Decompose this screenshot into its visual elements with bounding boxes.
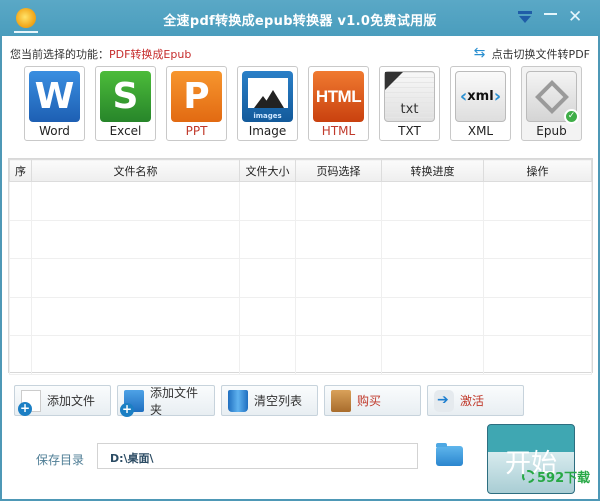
table-row bbox=[9, 219, 592, 260]
table-row bbox=[9, 335, 592, 375]
epub-icon: ✓ bbox=[526, 71, 579, 124]
add-folder-button[interactable]: 添加文件夹 bbox=[117, 385, 215, 417]
current-function-value: PDF转换成Epub bbox=[109, 48, 192, 61]
xml-icon: ‹ xml › bbox=[455, 71, 506, 122]
col-index[interactable]: 序 bbox=[9, 159, 32, 182]
save-directory-input[interactable]: D:\桌面\ bbox=[97, 443, 418, 469]
minimize-button[interactable] bbox=[544, 13, 557, 15]
activate-button[interactable]: 激活 bbox=[427, 385, 524, 416]
add-folder-icon bbox=[120, 389, 144, 417]
table-header-row: 序 文件名称 文件大小 页码选择 转换进度 操作 bbox=[9, 159, 592, 182]
browse-folder-icon[interactable] bbox=[436, 443, 463, 466]
menu-dropdown-icon[interactable] bbox=[518, 11, 532, 25]
table-row bbox=[9, 258, 592, 298]
word-icon: W bbox=[29, 71, 80, 122]
add-file-button[interactable]: 添加文件 bbox=[14, 385, 111, 416]
format-label: Epub bbox=[536, 124, 567, 138]
format-txt-button[interactable]: txt TXT bbox=[379, 66, 440, 141]
format-image-button[interactable]: images Image bbox=[237, 66, 298, 141]
image-caption: images bbox=[253, 112, 282, 120]
format-epub-button[interactable]: ✓ Epub bbox=[521, 66, 582, 141]
watermark-logo-icon bbox=[522, 470, 535, 483]
col-progress[interactable]: 转换进度 bbox=[381, 159, 484, 182]
format-label: Image bbox=[248, 124, 287, 138]
col-actions[interactable]: 操作 bbox=[483, 159, 592, 182]
clear-list-button[interactable]: 清空列表 bbox=[221, 385, 318, 416]
picture-frame bbox=[247, 77, 288, 108]
save-directory-label: 保存目录 bbox=[36, 453, 85, 467]
format-xml-button[interactable]: ‹ xml › XML bbox=[450, 66, 511, 141]
file-list-table[interactable]: 序 文件名称 文件大小 页码选择 转换进度 操作 bbox=[8, 158, 593, 375]
format-ppt-button[interactable]: P PPT bbox=[166, 66, 227, 141]
epub-logo bbox=[534, 79, 569, 114]
watermark: 592下载 bbox=[522, 467, 590, 486]
shopping-bag-icon bbox=[331, 389, 351, 412]
swap-arrows-icon bbox=[474, 45, 488, 61]
col-page-select[interactable]: 页码选择 bbox=[295, 159, 382, 182]
format-word-button[interactable]: W Word bbox=[24, 66, 85, 141]
current-function: 您当前选择的功能：PDF转换成Epub bbox=[10, 46, 191, 62]
arrow-right-icon bbox=[434, 389, 454, 412]
action-toolbar: 添加文件 添加文件夹 清空列表 购买 激活 bbox=[14, 385, 524, 417]
format-html-button[interactable]: HTML HTML bbox=[308, 66, 369, 141]
format-selector: W Word S Excel P PPT images Image HTML H… bbox=[24, 66, 582, 141]
col-file-size[interactable]: 文件大小 bbox=[239, 159, 296, 182]
buy-button[interactable]: 购买 bbox=[324, 385, 421, 416]
table-row bbox=[9, 296, 592, 337]
format-label: PPT bbox=[185, 124, 208, 138]
window-title: 全速pdf转换成epub转换器 v1.0免费试用版 bbox=[163, 14, 437, 29]
ppt-icon: P bbox=[171, 71, 222, 122]
image-icon: images bbox=[242, 71, 293, 122]
app-window: 全速pdf转换成epub转换器 v1.0免费试用版 ✕ 您当前选择的功能：PDF… bbox=[0, 0, 600, 501]
excel-icon: S bbox=[100, 71, 151, 122]
col-file-name[interactable]: 文件名称 bbox=[31, 159, 240, 182]
txt-icon: txt bbox=[384, 71, 435, 122]
trash-icon bbox=[228, 389, 248, 412]
format-label: Word bbox=[39, 124, 70, 138]
close-button[interactable]: ✕ bbox=[568, 9, 582, 26]
format-label: Excel bbox=[109, 124, 142, 138]
selected-check-icon: ✓ bbox=[564, 109, 579, 124]
table-row bbox=[9, 181, 592, 221]
format-label: TXT bbox=[398, 124, 421, 138]
format-excel-button[interactable]: S Excel bbox=[95, 66, 156, 141]
switch-mode-label: 点击切换文件转PDF bbox=[491, 48, 590, 61]
add-file-icon bbox=[18, 389, 41, 416]
format-label: HTML bbox=[321, 124, 356, 138]
current-function-label: 您当前选择的功能： bbox=[10, 48, 109, 61]
html-icon: HTML bbox=[313, 71, 364, 122]
title-bar[interactable]: 全速pdf转换成epub转换器 v1.0免费试用版 ✕ bbox=[0, 0, 600, 36]
switch-mode-link[interactable]: 点击切换文件转PDF bbox=[474, 45, 590, 62]
format-label: XML bbox=[467, 124, 494, 138]
